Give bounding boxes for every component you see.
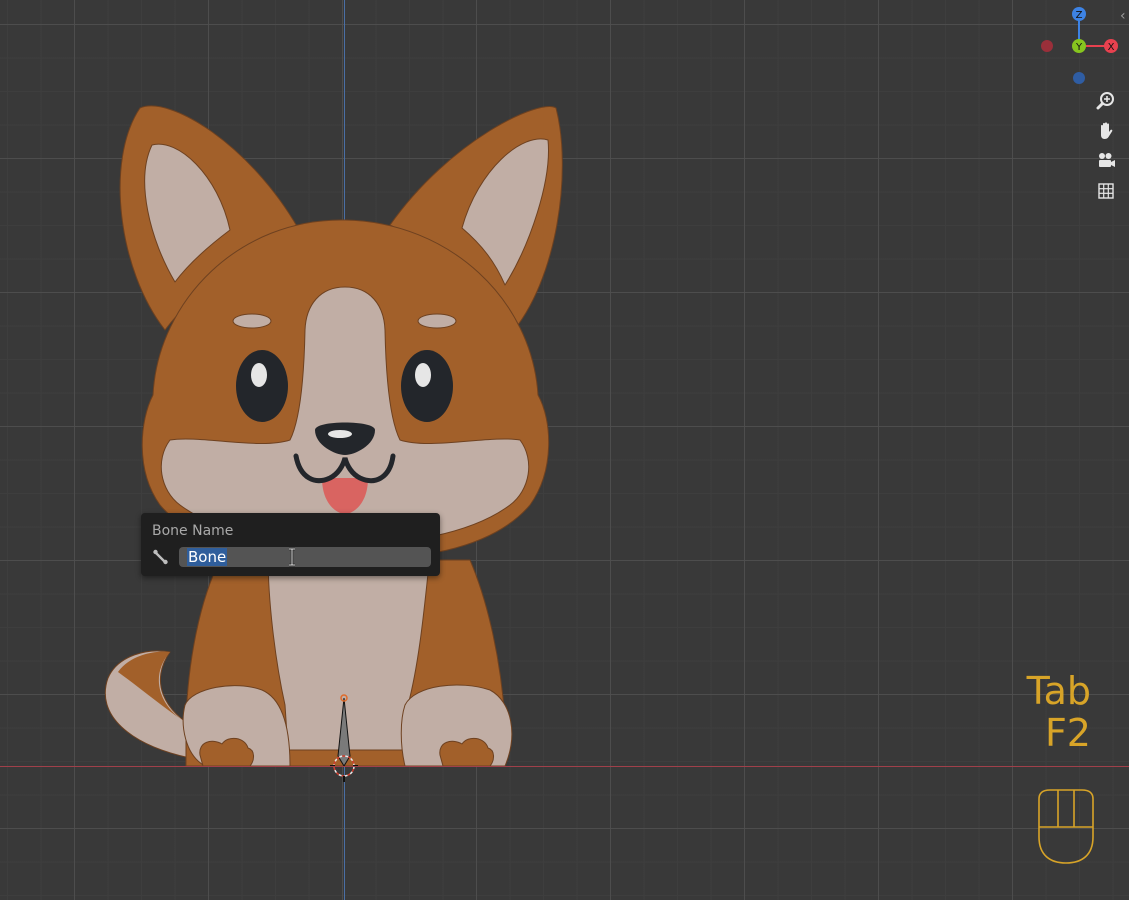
zoom-button[interactable] bbox=[1093, 88, 1119, 114]
bone-name-value: Bone bbox=[187, 548, 228, 566]
gizmo-label-x: X bbox=[1108, 42, 1115, 53]
zoom-icon bbox=[1096, 92, 1114, 110]
sidebar-toggle-icon[interactable]: ‹ bbox=[1120, 8, 1126, 24]
pan-button[interactable] bbox=[1093, 118, 1119, 144]
bone-name-input[interactable]: Bone bbox=[179, 547, 431, 567]
x-axis-line bbox=[0, 766, 1129, 767]
gizmo-label-z: Z bbox=[1076, 10, 1083, 21]
corgi-illustration bbox=[104, 105, 563, 782]
popup-title: Bone Name bbox=[152, 523, 234, 539]
bone-name-popup: Bone Name Bone bbox=[141, 513, 440, 576]
grid-icon bbox=[1098, 183, 1114, 199]
bone-icon bbox=[153, 549, 168, 565]
camera-icon bbox=[1099, 153, 1115, 167]
3d-viewport[interactable]: Bone Name Bone Z Y X ‹ Tab F2 bbox=[0, 0, 1129, 900]
key-f2: F2 bbox=[1044, 711, 1091, 755]
key-tab: Tab bbox=[1026, 669, 1091, 713]
orthographic-toggle-button[interactable] bbox=[1093, 178, 1119, 204]
mouse-icon bbox=[1038, 789, 1094, 864]
text-cursor-icon bbox=[289, 547, 295, 567]
screencast-keys: Tab F2 bbox=[1027, 670, 1091, 754]
hand-pan-icon bbox=[1101, 122, 1113, 139]
gizmo-label-y: Y bbox=[1075, 42, 1083, 53]
camera-view-button[interactable] bbox=[1093, 148, 1119, 174]
navigation-gizmo[interactable]: Z Y X bbox=[1030, 4, 1129, 88]
right-eye bbox=[401, 350, 453, 422]
